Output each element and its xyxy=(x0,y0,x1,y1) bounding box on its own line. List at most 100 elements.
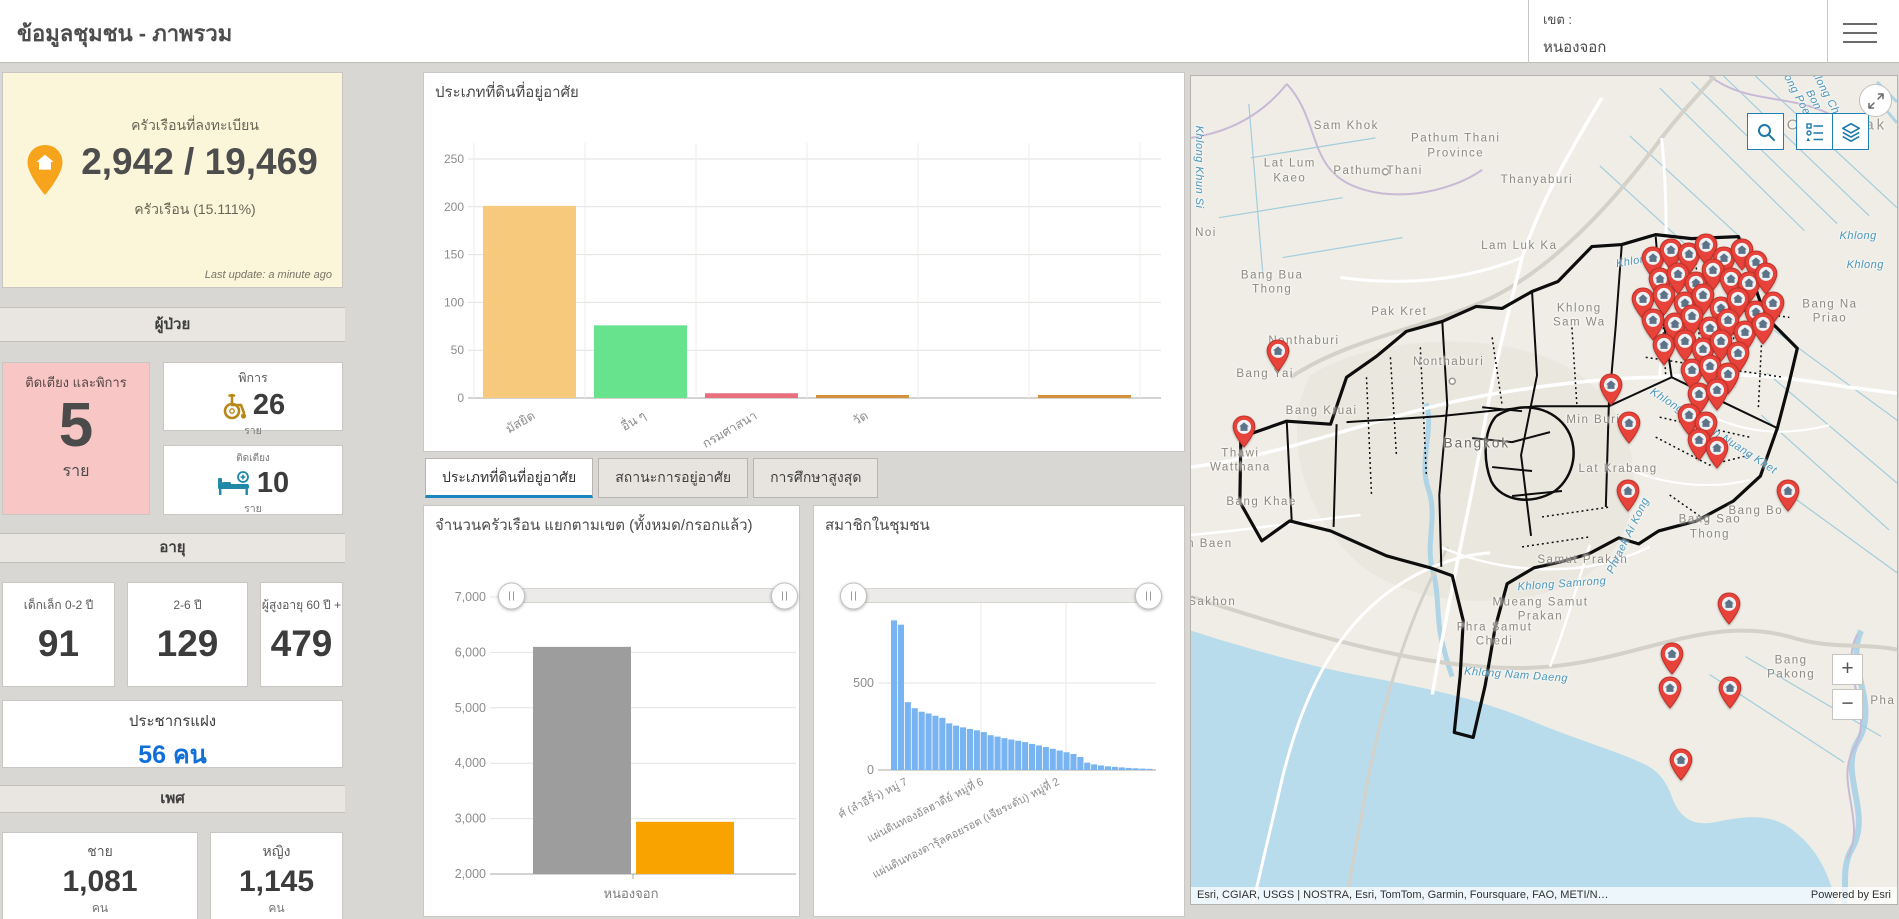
households-value: 2,942 / 19,469 xyxy=(63,141,336,183)
map-zoom-in-button[interactable]: + xyxy=(1832,654,1863,685)
bed-icon xyxy=(217,471,253,497)
disabled-card: พิการ 26 ราย xyxy=(163,362,343,431)
slider-handle-left[interactable] xyxy=(840,582,867,609)
svg-text:0: 0 xyxy=(457,391,464,405)
age-section-header: อายุ xyxy=(0,533,345,563)
layers-icon xyxy=(1840,121,1862,143)
house-pin-marker[interactable] xyxy=(1231,415,1256,448)
map-expand-button[interactable] xyxy=(1859,84,1892,117)
svg-text:ศ์ (ลำอีรั้ว) หมู่ 7: ศ์ (ลำอีรั้ว) หมู่ 7 xyxy=(835,773,909,821)
age-card-2-6: 2-6 ปี 129 xyxy=(127,582,248,687)
tab-land-type[interactable]: ประเภทที่ดินที่อยู่อาศัย xyxy=(425,458,593,498)
district-label: เขต : xyxy=(1543,9,1813,30)
svg-text:150: 150 xyxy=(444,248,464,262)
bedridden-card: ติดเตียง 10 ราย xyxy=(163,445,343,515)
svg-text:200: 200 xyxy=(444,200,464,214)
house-pin-marker[interactable] xyxy=(1668,748,1693,781)
female-label: หญิง xyxy=(211,841,342,863)
bedridden-disabled-label: ติดเตียง และพิการ xyxy=(3,372,149,393)
svg-text:6,000: 6,000 xyxy=(455,645,486,659)
house-pin-marker[interactable] xyxy=(1776,479,1801,512)
legend-list-icon xyxy=(1805,122,1825,142)
house-pin-marker[interactable] xyxy=(1616,411,1641,444)
bedridden-unit: ราย xyxy=(164,500,342,517)
expand-arrows-icon xyxy=(1867,92,1885,110)
age-60plus-value: 479 xyxy=(261,623,342,665)
house-pin-marker[interactable] xyxy=(1750,312,1775,345)
map-zoom-out-button[interactable]: − xyxy=(1832,689,1863,720)
age-0-2-value: 91 xyxy=(3,623,114,665)
tab-highest-education[interactable]: การศึกษาสูงสุด xyxy=(753,458,878,498)
svg-text:0: 0 xyxy=(867,763,874,777)
slider-handle-left[interactable] xyxy=(498,582,525,609)
search-icon xyxy=(1756,122,1776,142)
svg-text:2,000: 2,000 xyxy=(455,867,486,881)
male-card: ชาย 1,081 คน xyxy=(2,832,198,919)
age-card-0-2: เด็กเล็ก 0-2 ปี 91 xyxy=(2,582,115,687)
last-update-text: Last update: a minute ago xyxy=(205,269,332,281)
svg-text:50: 50 xyxy=(451,343,465,357)
male-unit: คน xyxy=(3,899,197,918)
wheelchair-icon xyxy=(221,392,249,420)
slider-handle-right[interactable] xyxy=(1135,582,1162,609)
land-type-chart-title: ประเภทที่ดินที่อยู่อาศัย xyxy=(435,80,579,104)
male-value: 1,081 xyxy=(3,865,197,899)
registered-households-card: ครัวเรือนที่ลงทะเบียน 2,942 / 19,469 ครั… xyxy=(2,72,343,288)
male-label: ชาย xyxy=(3,841,197,863)
chart-tabs: ประเภทที่ดินที่อยู่อาศัย สถานะการอยู่อาศ… xyxy=(425,458,878,498)
map-legend-button[interactable] xyxy=(1796,113,1833,150)
svg-text:หนองจอก: หนองจอก xyxy=(604,886,659,901)
house-pin-marker[interactable] xyxy=(1616,479,1641,512)
tab-residence-status[interactable]: สถานะการอยู่อาศัย xyxy=(598,458,748,498)
header: ข้อมูลชุมชน - ภาพรวม เขต : หนองจอก xyxy=(0,0,1899,63)
age-2-6-label: 2-6 ปี xyxy=(128,596,247,615)
map-canvas[interactable]: Sam KhokPathum Thani ProvinceLat Lum Kae… xyxy=(1190,75,1898,905)
svg-text:500: 500 xyxy=(853,676,874,690)
house-pin-marker[interactable] xyxy=(1717,676,1742,709)
hidden-population-value: 56 คน xyxy=(3,735,342,775)
slider-handle-right[interactable] xyxy=(771,582,798,609)
gender-section-header: เพศ xyxy=(0,785,345,813)
disabled-value: 26 xyxy=(253,389,285,422)
land-type-bar-chart: 050100150200250มัสยิดอื่น ๆกรมศาสนาวัด xyxy=(424,73,1186,453)
svg-text:5,000: 5,000 xyxy=(455,701,486,715)
house-pin-marker[interactable] xyxy=(1659,642,1684,675)
hidden-population-card: ประชากรแฝง 56 คน xyxy=(2,700,343,768)
age-2-6-value: 129 xyxy=(128,623,247,665)
households-by-district-chart-card: จำนวนครัวเรือน แยกตามเขต (ทั้งหมด/กรอกแล… xyxy=(423,505,800,917)
attribution-sources: Esri, CGIAR, USGS | NOSTRA, Esri, TomTom… xyxy=(1197,887,1609,904)
svg-text:3,000: 3,000 xyxy=(455,812,486,826)
svg-text:4,000: 4,000 xyxy=(455,756,486,770)
svg-text:7,000: 7,000 xyxy=(455,590,486,604)
bedridden-disabled-card: ติดเตียง และพิการ 5 ราย xyxy=(2,362,150,515)
age-60plus-label: ผู้สูงอายุ 60 ปี + xyxy=(261,596,342,615)
female-card: หญิง 1,145 คน xyxy=(210,832,343,919)
district-value: หนองจอก xyxy=(1543,35,1813,59)
house-pin-marker[interactable] xyxy=(1704,436,1729,469)
house-pin-icon xyxy=(25,143,65,197)
age-0-2-label: เด็กเล็ก 0-2 ปี xyxy=(3,596,114,615)
disabled-label: พิการ xyxy=(164,368,342,388)
map-layers-button[interactable] xyxy=(1832,113,1869,150)
land-type-chart-card: ประเภทที่ดินที่อยู่อาศัย 050100150200250… xyxy=(423,72,1185,452)
svg-text:วัด: วัด xyxy=(850,408,870,428)
disabled-unit: ราย xyxy=(164,422,342,439)
patients-section-header: ผู้ป่วย xyxy=(0,307,345,342)
bedridden-value: 10 xyxy=(257,467,289,500)
map-search-button[interactable] xyxy=(1747,113,1784,150)
house-pin-marker[interactable] xyxy=(1657,676,1682,709)
district-selector[interactable]: เขต : หนองจอก xyxy=(1528,0,1828,63)
house-pin-marker[interactable] xyxy=(1704,378,1729,411)
households-sub-label: ครัวเรือน (15.111%) xyxy=(58,199,332,221)
house-pin-marker[interactable] xyxy=(1716,592,1741,625)
house-pin-marker[interactable] xyxy=(1265,339,1290,372)
female-unit: คน xyxy=(211,899,342,918)
svg-text:250: 250 xyxy=(444,152,464,166)
svg-text:อื่น ๆ: อื่น ๆ xyxy=(618,407,649,434)
hidden-population-label: ประชากรแฝง xyxy=(3,709,342,733)
community-members-chart-card: สมาชิกในชุมชน 05001,000ศ์ (ลำอีรั้ว) หมู… xyxy=(813,505,1185,917)
bedridden-label: ติดเตียง xyxy=(164,451,342,466)
members-range-slider xyxy=(844,588,1158,603)
hamburger-menu-icon[interactable] xyxy=(1843,20,1877,44)
house-pin-marker[interactable] xyxy=(1599,373,1624,406)
